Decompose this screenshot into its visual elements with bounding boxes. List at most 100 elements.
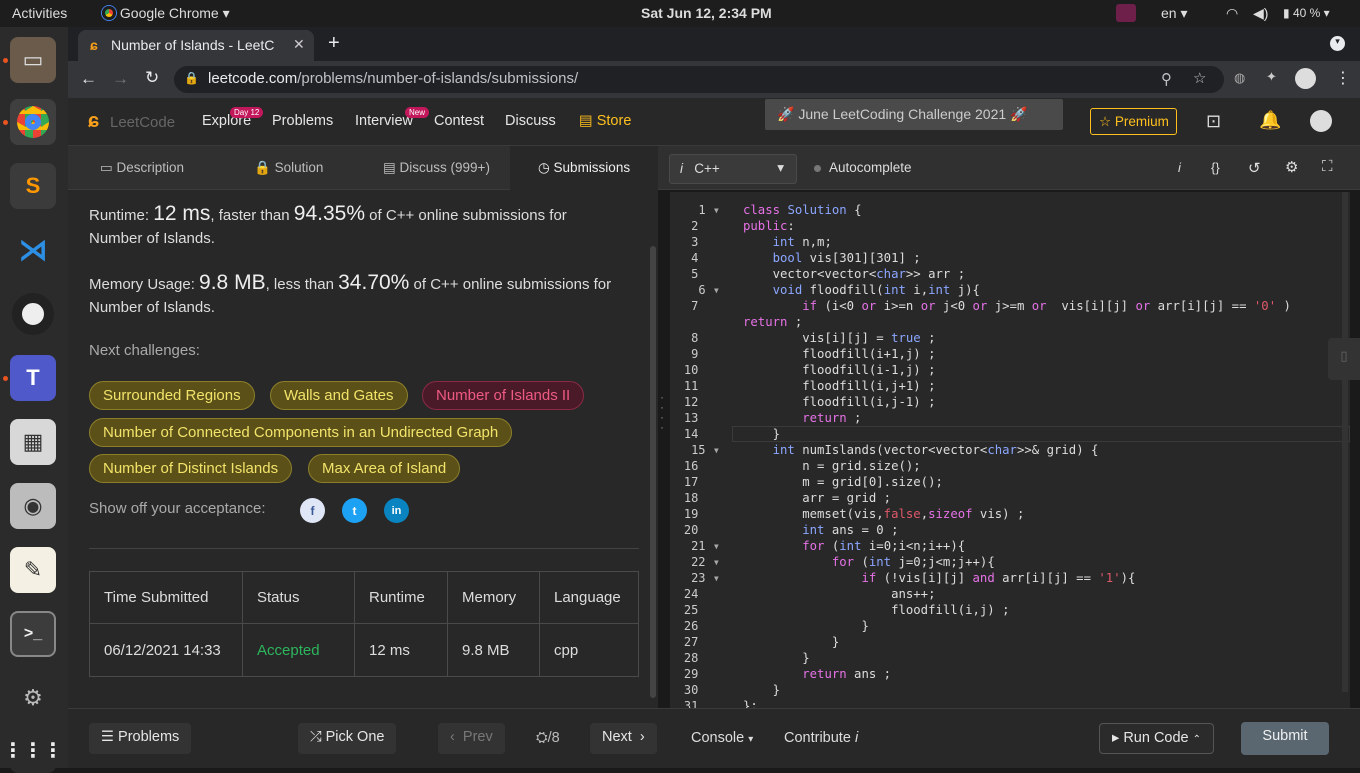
volume-icon[interactable]: ◀) xyxy=(1253,5,1268,22)
terminal-icon[interactable]: >_ xyxy=(10,611,56,657)
files-icon[interactable]: ▭ xyxy=(10,37,56,83)
contribute-button[interactable]: Contribute i xyxy=(784,730,858,746)
fold-icon[interactable]: ▾ xyxy=(713,283,720,297)
run-code-button[interactable]: ▸ Run Code ⌃ xyxy=(1099,723,1215,754)
submit-button[interactable]: Submit xyxy=(1241,722,1329,755)
table-header: Time Submitted xyxy=(89,571,243,624)
nav-interview[interactable]: Interview xyxy=(355,113,413,129)
problems-list-button[interactable]: ☰ Problems xyxy=(89,723,192,754)
bookmark-star-icon[interactable]: ☆ xyxy=(1193,69,1206,87)
challenge-chip[interactable]: Surrounded Regions xyxy=(89,381,255,410)
table-row[interactable]: 06/12/2021 14:33 Accepted 12 ms 9.8 MB c… xyxy=(89,623,639,677)
playground-icon[interactable]: ⊡ xyxy=(1206,111,1221,132)
chrome-menu-icon[interactable]: ⋮ xyxy=(1335,68,1351,88)
language-indicator[interactable]: en ▾ xyxy=(1161,5,1188,22)
challenge-chip[interactable]: Number of Islands II xyxy=(422,381,585,410)
problem-counter[interactable]: ⛭/8 xyxy=(536,730,560,746)
nav-problems[interactable]: Problems xyxy=(272,113,333,129)
fold-icon[interactable]: ▾ xyxy=(713,203,720,217)
forward-icon[interactable]: → xyxy=(112,69,129,89)
info-icon[interactable]: i xyxy=(1178,160,1181,175)
tab-solution[interactable]: 🔒 Solution xyxy=(254,160,323,176)
left-scrollbar[interactable] xyxy=(650,246,656,698)
pick-one-button[interactable]: ⤮ Pick One xyxy=(298,723,397,754)
memory-value: 9.8 MB xyxy=(199,271,266,294)
chrome-dock-icon[interactable] xyxy=(10,99,56,145)
pane-resize-handle[interactable]: · · · · xyxy=(660,391,664,433)
extension-icon[interactable]: ◍ xyxy=(1234,70,1245,86)
console-button[interactable]: Console ▾ xyxy=(691,730,753,746)
autocomplete-label[interactable]: Autocomplete xyxy=(829,160,912,175)
show-apps-icon[interactable]: ⋮⋮⋮ xyxy=(3,727,63,773)
extensions-puzzle-icon[interactable]: ✦ xyxy=(1266,69,1277,85)
editor-settings-icon[interactable]: ⚙ xyxy=(1285,158,1298,176)
browser-tab[interactable]: ɕ Number of Islands - LeetC ✕ xyxy=(78,30,314,61)
nav-discuss[interactable]: Discuss xyxy=(505,113,556,129)
zoom-icon[interactable]: ⚲ xyxy=(1161,70,1172,88)
fold-icon[interactable]: ▾ xyxy=(713,539,720,553)
back-icon[interactable]: ← xyxy=(80,69,97,89)
app-menu[interactable]: Google Chrome ▾ xyxy=(102,5,230,22)
leetcode-logo-icon[interactable]: ɕ xyxy=(88,110,99,133)
challenge-chip[interactable]: Walls and Gates xyxy=(270,381,408,410)
battery-indicator[interactable]: ▮ 40 % ▾ xyxy=(1283,6,1330,20)
challenge-chip[interactable]: Number of Distinct Islands xyxy=(89,454,293,483)
challenge-chip[interactable]: Number of Connected Components in an Und… xyxy=(89,418,513,447)
editor-scrollbar[interactable] xyxy=(1342,192,1348,692)
store-icon: ▤ xyxy=(579,113,593,129)
next-button[interactable]: Next › xyxy=(590,723,657,754)
source-code[interactable]: class Solution {public: int n,m; bool vi… xyxy=(743,202,1291,710)
nav-contest[interactable]: Contest xyxy=(434,113,484,129)
teams-tray-icon[interactable] xyxy=(1116,4,1136,22)
nav-store[interactable]: ▤ Store xyxy=(579,113,631,129)
status-cell[interactable]: Accepted xyxy=(242,623,355,677)
url-bar[interactable]: 🔒 leetcode.com/problems/number-of-island… xyxy=(174,66,1224,93)
reload-icon[interactable]: ↻ xyxy=(145,68,159,88)
notifications-bell-icon[interactable]: 🔔 xyxy=(1259,110,1281,131)
clock[interactable]: Sat Jun 12, 2:34 PM xyxy=(641,5,772,21)
premium-button[interactable]: ☆ Premium xyxy=(1090,108,1177,135)
activities-button[interactable]: Activities xyxy=(12,5,67,21)
new-tab-button[interactable]: + xyxy=(328,32,340,55)
lock-icon[interactable]: 🔒 xyxy=(184,71,199,85)
fold-icon[interactable]: ▾ xyxy=(713,443,720,457)
camera-icon[interactable]: ◉ xyxy=(10,483,56,529)
linkedin-icon[interactable]: in xyxy=(384,498,409,523)
obs-icon[interactable] xyxy=(10,291,56,337)
tab-description[interactable]: ▭ Description xyxy=(100,160,184,176)
twitter-icon[interactable]: t xyxy=(342,498,367,523)
fullscreen-icon[interactable]: ⛶ xyxy=(1322,158,1333,175)
challenge-banner[interactable]: 🚀 June LeetCoding Challenge 2021 🚀 xyxy=(765,99,1063,130)
calculator-icon[interactable]: ▦ xyxy=(10,419,56,465)
profile-avatar[interactable] xyxy=(1295,68,1316,89)
url-path: /problems/number-of-islands/submissions/ xyxy=(297,70,579,87)
reset-code-icon[interactable]: ↺ xyxy=(1248,159,1261,177)
table-header: Memory xyxy=(447,571,540,624)
sublime-icon[interactable]: S xyxy=(10,163,56,209)
table-header-row: Time Submitted Status Runtime Memory Lan… xyxy=(89,571,639,624)
fold-icon[interactable]: ▾ xyxy=(713,571,720,585)
user-avatar-icon[interactable] xyxy=(1310,110,1332,132)
side-panel-toggle-icon[interactable]: ▯ xyxy=(1328,338,1360,380)
settings-tools-icon[interactable]: ⚙ xyxy=(10,675,56,721)
format-braces-icon[interactable]: {} xyxy=(1211,160,1220,175)
autocomplete-toggle[interactable] xyxy=(814,165,821,172)
next-label: Next xyxy=(602,729,632,745)
challenge-chip[interactable]: Max Area of Island xyxy=(308,454,461,483)
code-editor[interactable]: 1 ▾ 2 3 4 5 6 ▾ 7 8 9 10 11 12 13 14 15 ▾ 1… xyxy=(670,192,1350,710)
tab-discuss-label: Discuss (999+) xyxy=(399,160,490,175)
close-tab-icon[interactable]: ✕ xyxy=(293,36,305,53)
chevron-right-icon: › xyxy=(639,729,645,745)
fold-icon[interactable]: ▾ xyxy=(713,555,720,569)
language-select[interactable]: i C++ ▾ xyxy=(669,154,797,184)
tab-submissions[interactable]: ◷ Submissions xyxy=(510,146,658,190)
teams-icon[interactable]: T xyxy=(10,355,56,401)
facebook-icon[interactable]: f xyxy=(300,498,325,523)
wifi-icon[interactable]: ◠ xyxy=(1226,5,1238,22)
prev-button[interactable]: ‹ Prev xyxy=(438,723,505,754)
tab-discuss[interactable]: ▤ Discuss (999+) xyxy=(383,160,490,176)
vscode-icon[interactable]: ⋊ xyxy=(10,227,56,273)
text-editor-icon[interactable]: ✎ xyxy=(10,547,56,593)
tab-search-icon[interactable]: ▾ xyxy=(1330,36,1345,51)
leetcode-logo-text[interactable]: LeetCode xyxy=(110,114,175,131)
